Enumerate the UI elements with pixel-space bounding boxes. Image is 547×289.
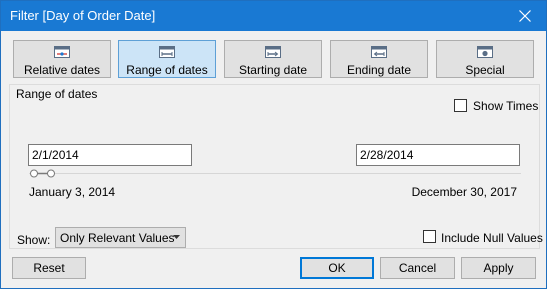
starting-date-icon	[265, 46, 281, 58]
range-min-label: January 3, 2014	[29, 185, 116, 199]
title-bar[interactable]: Filter [Day of Order Date]	[1, 1, 546, 31]
range-of-dates-label: Range of dates	[126, 63, 208, 77]
include-null-checkbox[interactable]	[423, 230, 436, 243]
reset-button[interactable]: Reset	[12, 257, 86, 279]
date-range-slider-handle[interactable]	[30, 169, 56, 178]
special-button[interactable]: Special	[436, 40, 534, 78]
close-icon	[519, 10, 531, 22]
ending-date-label: Ending date	[346, 63, 412, 77]
show-times-label: Show Times	[473, 99, 539, 113]
filter-mode-tabs: Relative dates Range of dates Starting d…	[11, 40, 539, 80]
cancel-button[interactable]: Cancel	[380, 257, 455, 279]
range-max-label: December 30, 2017	[411, 185, 517, 199]
ending-date-icon	[371, 46, 387, 58]
starting-date-label: Starting date	[238, 63, 308, 77]
relative-dates-icon	[54, 46, 70, 58]
relative-dates-label: Relative dates	[23, 63, 101, 77]
filter-dialog: Filter [Day of Order Date] Relative date…	[0, 0, 547, 289]
date-range-slider-track[interactable]	[29, 173, 521, 174]
end-date-input[interactable]	[356, 144, 520, 166]
range-of-dates-button[interactable]: Range of dates	[118, 40, 216, 78]
relative-dates-button[interactable]: Relative dates	[13, 40, 111, 78]
start-date-input[interactable]	[28, 144, 192, 166]
show-times-checkbox[interactable]	[454, 99, 467, 112]
panel-title: Range of dates	[13, 87, 101, 101]
show-values-dropdown[interactable]: Only Relevant Values	[55, 227, 186, 248]
starting-date-button[interactable]: Starting date	[224, 40, 322, 78]
special-label: Special	[465, 63, 505, 77]
show-values-selected: Only Relevant Values	[60, 231, 175, 245]
ending-date-button[interactable]: Ending date	[330, 40, 428, 78]
ok-button[interactable]: OK	[300, 257, 374, 279]
chevron-down-icon	[173, 235, 180, 239]
include-null-label: Include Null Values	[441, 231, 543, 245]
range-of-dates-icon	[159, 46, 175, 58]
close-button[interactable]	[504, 1, 546, 31]
show-label: Show:	[17, 233, 51, 247]
window-title: Filter [Day of Order Date]	[10, 8, 156, 23]
apply-button[interactable]: Apply	[461, 257, 536, 279]
special-icon	[477, 46, 493, 58]
